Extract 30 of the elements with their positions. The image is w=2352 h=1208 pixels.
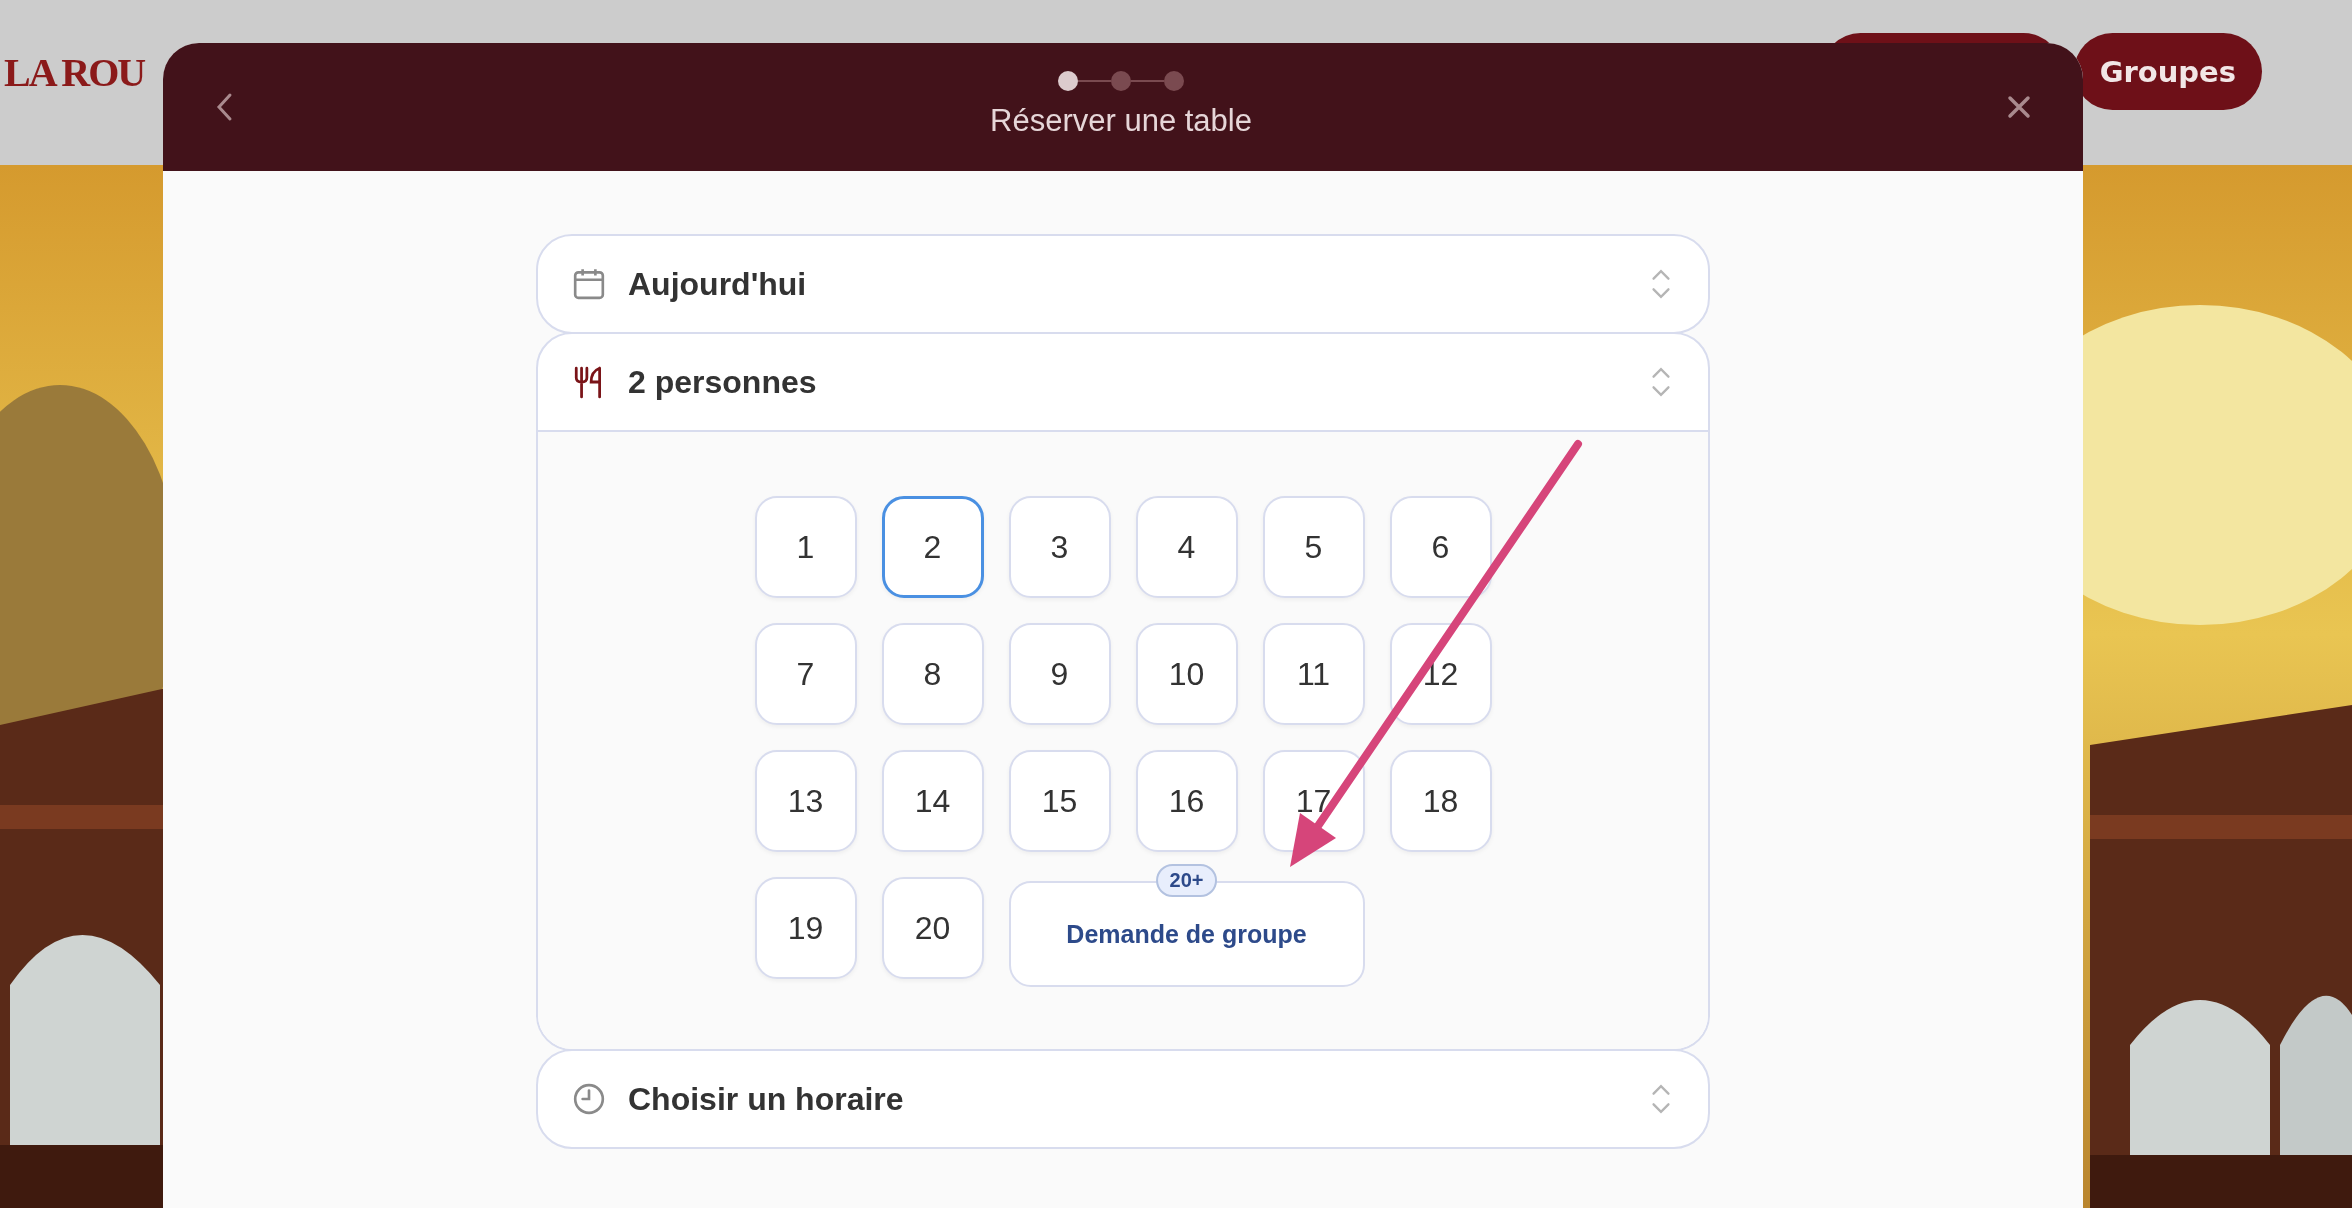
selector-label[interactable]: Aujourd'hui <box>628 265 1628 303</box>
party-size-option[interactable]: 15 <box>1008 750 1111 852</box>
logo: LA ROU <box>4 49 145 96</box>
chevron-updown-icon[interactable] <box>1650 1082 1672 1116</box>
party-size-option[interactable]: 11 <box>1262 623 1365 725</box>
selector-label[interactable]: 2 personnes <box>628 363 1628 401</box>
dialog-title: Réserver une table <box>990 103 1252 139</box>
party-size-option[interactable]: 8 <box>881 623 984 725</box>
count-badge: 20+ <box>1155 864 1218 897</box>
party-size-option[interactable]: 7 <box>754 623 857 725</box>
party-size-option[interactable]: 2 <box>881 496 984 598</box>
chevron-updown-icon[interactable] <box>1650 365 1672 399</box>
party-size-option[interactable]: 3 <box>1008 496 1111 598</box>
clock-icon <box>572 1082 606 1116</box>
party-size-option[interactable]: 20 <box>881 877 984 979</box>
selector-label[interactable]: Choisir un horaire <box>628 1080 1628 1118</box>
party-size-option[interactable]: 5 <box>1262 496 1365 598</box>
party-size-option[interactable]: 4 <box>1135 496 1238 598</box>
calendar-icon <box>572 267 606 301</box>
party-size-option[interactable]: 14 <box>881 750 984 852</box>
party-size-option[interactable]: 18 <box>1389 750 1492 852</box>
chevron-updown-icon[interactable] <box>1650 267 1672 301</box>
party-size-option[interactable]: 13 <box>754 750 857 852</box>
party-size-option[interactable]: 19 <box>754 877 857 979</box>
party-size-option[interactable]: 16 <box>1135 750 1238 852</box>
close-icon[interactable] <box>2007 95 2031 119</box>
party-size-option[interactable]: 10 <box>1135 623 1238 725</box>
party-size-option[interactable]: 1 <box>754 496 857 598</box>
party-size-option[interactable]: 9 <box>1008 623 1111 725</box>
party-size-option[interactable]: 6 <box>1389 496 1492 598</box>
